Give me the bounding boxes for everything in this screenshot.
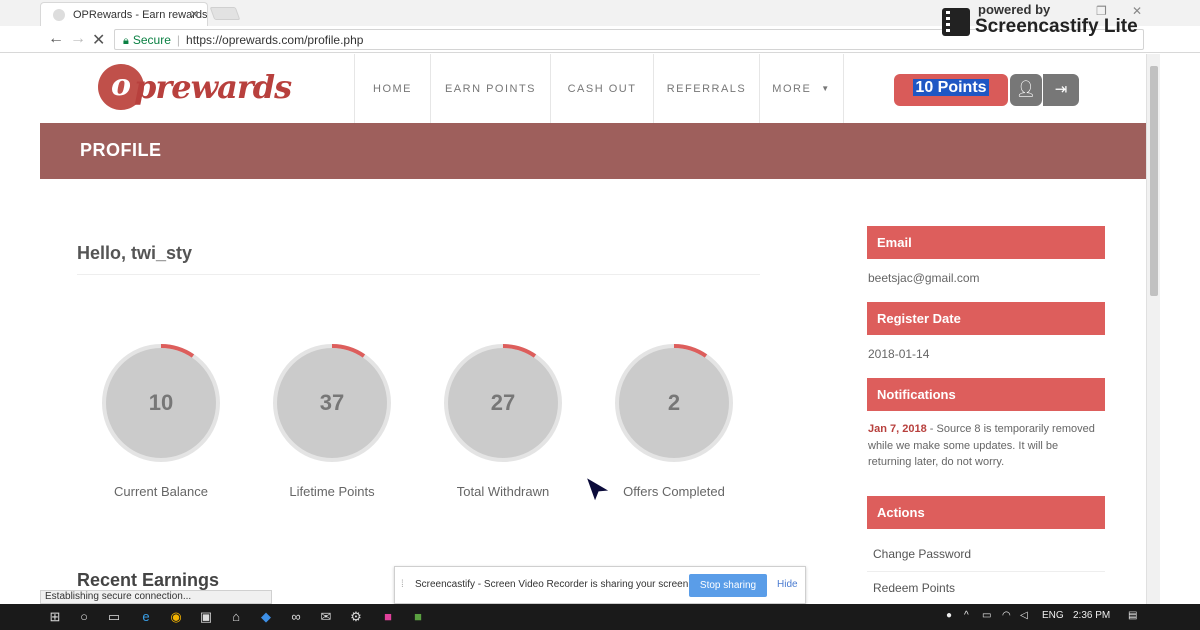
- notification-item: Jan 7, 2018 - Source 8 is temporarily re…: [868, 421, 1104, 471]
- stop-sharing-button[interactable]: Stop sharing: [689, 574, 767, 597]
- forward-arrow-icon[interactable]: →: [70, 30, 86, 48]
- nav-referrals[interactable]: REFERRALS: [653, 54, 759, 123]
- action-center-icon[interactable]: ▤: [1128, 610, 1137, 621]
- pink-app-icon[interactable]: ■: [380, 609, 396, 625]
- stat-label: Total Withdrawn: [456, 484, 550, 499]
- nav-cash-out[interactable]: CASH OUT: [550, 54, 653, 123]
- profile-banner: PROFILE: [40, 123, 1146, 179]
- stop-loading-icon[interactable]: ✕: [92, 30, 105, 50]
- drag-handle-icon[interactable]: ⁞: [401, 579, 404, 590]
- user-profile-button[interactable]: 👤︎: [1010, 74, 1042, 106]
- chevron-up-icon[interactable]: ^: [964, 610, 969, 621]
- logo-wordmark: prewards: [134, 68, 292, 106]
- dropbox-icon[interactable]: ◆: [258, 609, 274, 625]
- watermark-powered-by: powered by: [978, 2, 1051, 17]
- notification-date: Jan 7, 2018: [868, 423, 927, 435]
- logout-button[interactable]: ⇥: [1043, 74, 1079, 106]
- watermark-brand: Screencastify Lite: [975, 16, 1138, 37]
- actions-heading: Actions: [867, 496, 1105, 529]
- edge-browser-icon[interactable]: e: [138, 609, 154, 625]
- main-nav: HOME EARN POINTS CASH OUT REFERRALS MORE…: [354, 54, 844, 123]
- greeting-heading: Hello, twi_sty: [77, 243, 193, 263]
- nav-earn-points[interactable]: EARN POINTS: [430, 54, 550, 123]
- task-view-icon[interactable]: ▭: [106, 609, 122, 625]
- language-indicator[interactable]: ENG: [1042, 610, 1064, 621]
- points-button[interactable]: 10 Points: [894, 74, 1008, 106]
- close-tab-icon[interactable]: ✕: [190, 8, 199, 21]
- register-date-heading: Register Date: [867, 302, 1105, 335]
- lock-icon: 🔒︎: [123, 35, 129, 47]
- hide-button[interactable]: Hide: [777, 579, 798, 590]
- stat-label: Lifetime Points: [289, 484, 375, 499]
- url-text: https://oprewards.com/profile.php: [186, 33, 364, 47]
- new-tab-button[interactable]: [209, 7, 241, 20]
- email-heading: Email: [867, 226, 1105, 259]
- back-arrow-icon[interactable]: ←: [48, 30, 64, 48]
- site-header: o prewards HOME EARN POINTS CASH OUT REF…: [40, 54, 1146, 123]
- change-password-link[interactable]: Change Password: [867, 538, 1105, 572]
- greeting-divider: [77, 274, 760, 275]
- nav-more-label: MORE: [772, 82, 812, 95]
- user-icon: 👤︎: [1015, 81, 1037, 98]
- mail-icon[interactable]: ✉: [318, 609, 334, 625]
- stat-value: 27: [490, 390, 516, 415]
- minecraft-icon[interactable]: ■: [410, 609, 426, 625]
- battery-icon[interactable]: ▭: [982, 610, 991, 621]
- screen: OPRewards - Earn rewards ✕ ❐ ✕ ← → ✕ 🔒︎ S…: [0, 0, 1200, 630]
- stat-value: 37: [319, 390, 345, 415]
- tab-favicon-icon: [53, 9, 65, 21]
- app-window-icon[interactable]: ▣: [198, 609, 214, 625]
- redeem-points-link[interactable]: Redeem Points: [867, 572, 1105, 604]
- email-value: beetsjac@gmail.com: [868, 271, 980, 285]
- stat-total-withdrawn: 27 Total Withdrawn: [408, 342, 598, 512]
- page-gutter-left: [0, 54, 40, 604]
- stat-value: 2: [667, 390, 681, 415]
- omnibox-divider: |: [176, 33, 181, 47]
- infinity-app-icon[interactable]: ∞: [288, 609, 304, 625]
- points-balance: 10 Points: [913, 79, 989, 96]
- wifi-icon[interactable]: ◠: [1002, 610, 1011, 621]
- store-bag-icon[interactable]: ⌂: [228, 609, 244, 625]
- windows-taskbar: ⊞ ○ ▭ e ◉ ▣ ⌂ ◆ ∞ ✉ ⚙ ■ ■ ● ^ ▭ ◠ ◁ ENG …: [0, 604, 1200, 630]
- clock-time[interactable]: 2:36 PM: [1073, 610, 1110, 621]
- page-scrollbar[interactable]: [1146, 54, 1160, 604]
- oprewards-logo[interactable]: o prewards: [98, 64, 298, 112]
- scrollbar-thumb[interactable]: [1150, 66, 1158, 296]
- page-gutter-right: [1160, 54, 1200, 604]
- film-strip-icon: [942, 8, 970, 36]
- nav-home[interactable]: HOME: [354, 54, 430, 123]
- stat-lifetime-points: 37 Lifetime Points: [237, 342, 427, 512]
- stat-value: 10: [148, 390, 174, 415]
- screencastify-watermark: powered by Screencastify Lite: [940, 2, 1160, 40]
- chrome-icon[interactable]: ◉: [168, 609, 184, 625]
- screen-share-notification: ⁞ Screencastify - Screen Video Recorder …: [394, 566, 806, 604]
- steam-icon[interactable]: ⚙: [348, 609, 364, 625]
- browser-status-text: Establishing secure connection...: [40, 590, 272, 604]
- search-circle-icon[interactable]: ○: [76, 609, 92, 625]
- secure-label: Secure: [132, 33, 171, 47]
- stat-label: Current Balance: [114, 484, 208, 499]
- windows-start-icon[interactable]: ⊞: [47, 609, 63, 625]
- sign-out-icon: ⇥: [1054, 81, 1068, 98]
- share-message: Screencastify - Screen Video Recorder is…: [415, 579, 692, 590]
- tab-title: OPRewards - Earn rewards: [73, 9, 208, 21]
- stat-current-balance: 10 Current Balance: [66, 342, 256, 512]
- page-viewport: o prewards HOME EARN POINTS CASH OUT REF…: [40, 54, 1146, 604]
- mouse-pointer-icon: [584, 475, 612, 504]
- chevron-down-icon: ▼: [821, 84, 831, 93]
- help-tray-icon[interactable]: ●: [946, 610, 952, 621]
- register-date-value: 2018-01-14: [868, 347, 930, 361]
- nav-more[interactable]: MORE ▼: [759, 54, 844, 123]
- recent-earnings-heading: Recent Earnings: [77, 570, 220, 590]
- page-title: PROFILE: [80, 140, 162, 160]
- browser-tab[interactable]: OPRewards - Earn rewards ✕: [40, 2, 208, 26]
- volume-icon[interactable]: ◁: [1020, 610, 1028, 621]
- notifications-heading: Notifications: [867, 378, 1105, 411]
